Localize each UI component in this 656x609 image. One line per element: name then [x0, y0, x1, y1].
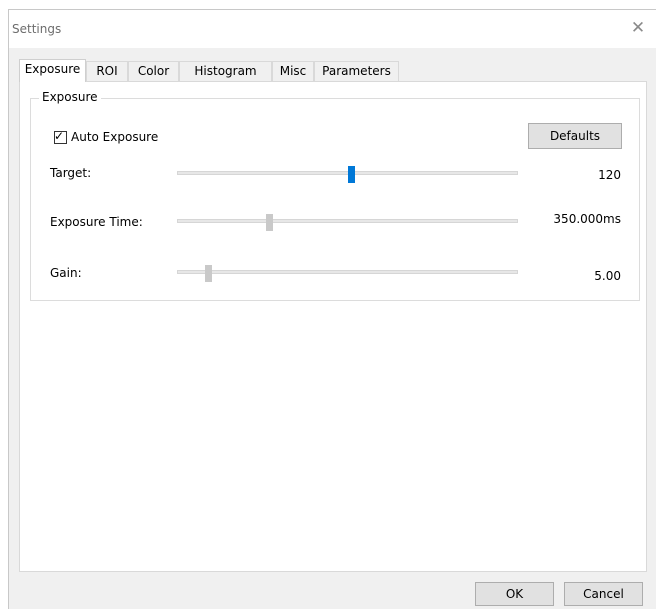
exposure-time-slider[interactable]	[177, 214, 518, 231]
tab-color[interactable]: Color	[128, 61, 179, 81]
check-icon: ✓	[54, 128, 65, 143]
slider-thumb[interactable]	[266, 214, 274, 231]
ok-button[interactable]: OK	[475, 582, 554, 606]
checkbox-box[interactable]: ✓	[54, 128, 67, 144]
tab-misc[interactable]: Misc	[272, 61, 314, 81]
auto-exposure-checkbox[interactable]: ✓ Auto Exposure	[54, 129, 158, 145]
title-bar: Settings ✕	[9, 10, 656, 48]
target-value: 120	[598, 168, 621, 182]
gain-slider[interactable]	[177, 265, 518, 282]
exposure-groupbox: Exposure ✓ Auto Exposure Defaults Target…	[30, 90, 640, 301]
gain-value: 5.00	[594, 269, 621, 283]
gain-label: Gain:	[50, 266, 82, 280]
slider-thumb[interactable]	[347, 166, 355, 183]
tab-histogram[interactable]: Histogram	[179, 61, 272, 81]
exposure-time-label: Exposure Time:	[50, 215, 143, 229]
tab-exposure[interactable]: Exposure	[19, 59, 86, 82]
window-title: Settings	[12, 22, 62, 36]
cancel-button[interactable]: Cancel	[564, 582, 643, 606]
target-slider[interactable]	[177, 166, 518, 183]
slider-thumb[interactable]	[204, 265, 212, 282]
exposure-time-value: 350.000ms	[553, 212, 621, 226]
groupbox-title: Exposure	[39, 90, 101, 104]
slider-track	[177, 219, 518, 223]
tab-parameters[interactable]: Parameters	[314, 61, 399, 81]
tab-roi[interactable]: ROI	[86, 61, 128, 81]
close-icon[interactable]: ✕	[626, 16, 650, 40]
target-label: Target:	[50, 166, 92, 180]
auto-exposure-label: Auto Exposure	[71, 130, 159, 144]
settings-window: Settings ✕ Exposure ROI Color Histogram …	[8, 9, 656, 609]
defaults-button[interactable]: Defaults	[528, 123, 622, 149]
slider-track	[177, 270, 518, 274]
exposure-tab-page: Exposure ✓ Auto Exposure Defaults Target…	[19, 81, 647, 572]
